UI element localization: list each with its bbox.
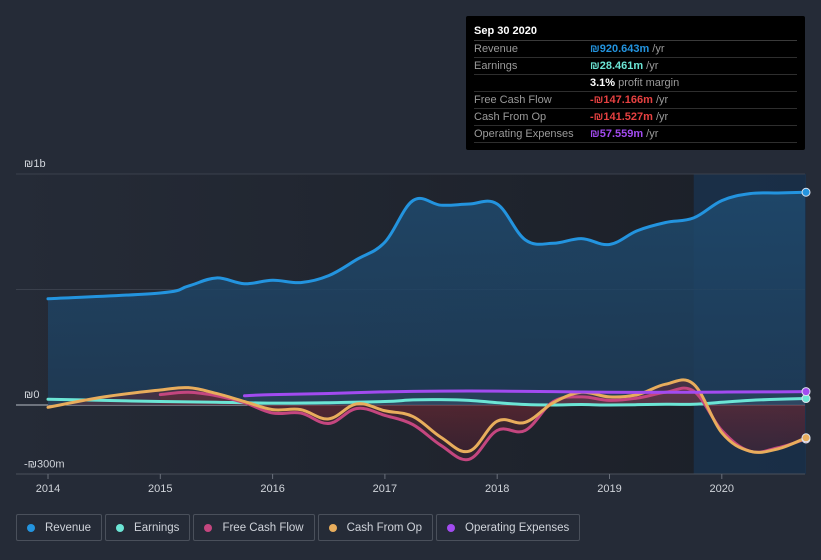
legend-label: Free Cash Flow <box>222 521 304 534</box>
x-tick-label: 2017 <box>373 483 397 495</box>
tooltip-label: Earnings <box>474 60 518 72</box>
tooltip-label <box>474 75 590 91</box>
end-marker-cash-from-op <box>801 433 811 443</box>
tooltip-row: 3.1% profit margin <box>474 75 797 92</box>
tooltip-label: Cash From Op <box>474 111 547 123</box>
x-tick-label: 2014 <box>36 483 60 495</box>
tooltip-label: Revenue <box>474 43 519 55</box>
tooltip-row: Revenue ₪920.643m/yr <box>474 41 797 58</box>
x-tick-label: 2019 <box>597 483 621 495</box>
y-tick-label: -₪300m <box>24 458 65 470</box>
tooltip-value: ₪920.643m <box>590 43 650 55</box>
tooltip-value: -₪141.527m <box>590 111 653 123</box>
tooltip: Sep 30 2020 Revenue ₪920.643m/yr Earnings ₪… <box>466 16 805 150</box>
legend-item-earnings[interactable]: Earnings <box>105 514 191 541</box>
tooltip-unit: profit margin <box>618 77 680 89</box>
end-marker-operating-expenses <box>801 387 811 397</box>
legend-item-free-cash-flow[interactable]: Free Cash Flow <box>193 514 315 541</box>
tooltip-row: Cash From Op -₪141.527m/yr <box>474 109 797 126</box>
tooltip-value: ₪57.559m <box>590 128 644 140</box>
x-tick-label: 2015 <box>148 483 172 495</box>
end-marker-revenue <box>801 187 811 197</box>
legend-dot-icon <box>116 523 125 532</box>
tooltip-unit: /yr <box>646 60 659 72</box>
legend-dot-icon <box>328 523 337 532</box>
tooltip-row: Operating Expenses ₪57.559m/yr <box>474 126 797 143</box>
tooltip-value: ₪28.461m <box>590 60 644 72</box>
legend-dot-icon <box>447 523 456 532</box>
tooltip-label: Free Cash Flow <box>474 94 552 106</box>
x-tick-label: 2018 <box>485 483 509 495</box>
legend-label: Operating Expenses <box>465 521 570 534</box>
tooltip-unit: /yr <box>655 94 669 106</box>
x-tick-label: 2020 <box>710 483 734 495</box>
legend-label: Revenue <box>45 521 92 534</box>
y-tick-label: ₪1b <box>24 158 46 170</box>
x-axis: 2014 2015 2016 2017 2018 2019 2020 <box>36 474 734 495</box>
tooltip-date: Sep 30 2020 <box>474 22 797 41</box>
y-tick-label: ₪0 <box>24 389 39 401</box>
legend-item-revenue[interactable]: Revenue <box>16 514 103 541</box>
tooltip-row: Free Cash Flow -₪147.166m/yr <box>474 92 797 109</box>
tooltip-row: Earnings ₪28.461m/yr <box>474 58 797 75</box>
legend: Revenue Earnings Free Cash Flow Cash From O… <box>16 514 581 541</box>
legend-label: Earnings <box>134 521 180 534</box>
tooltip-label: Operating Expenses <box>474 128 574 140</box>
legend-dot-icon <box>27 523 35 532</box>
tooltip-value: 3.1% <box>590 77 616 89</box>
x-tick-label: 2016 <box>260 483 284 495</box>
legend-label: Cash From Op <box>346 521 423 534</box>
tooltip-unit: /yr <box>646 128 659 140</box>
tooltip-unit: /yr <box>652 43 665 55</box>
tooltip-value: -₪147.166m <box>590 94 653 106</box>
legend-item-operating-expenses[interactable]: Operating Expenses <box>436 514 581 541</box>
legend-item-cash-from-op[interactable]: Cash From Op <box>317 514 434 541</box>
tooltip-unit: /yr <box>655 111 669 123</box>
legend-dot-icon <box>204 523 213 532</box>
